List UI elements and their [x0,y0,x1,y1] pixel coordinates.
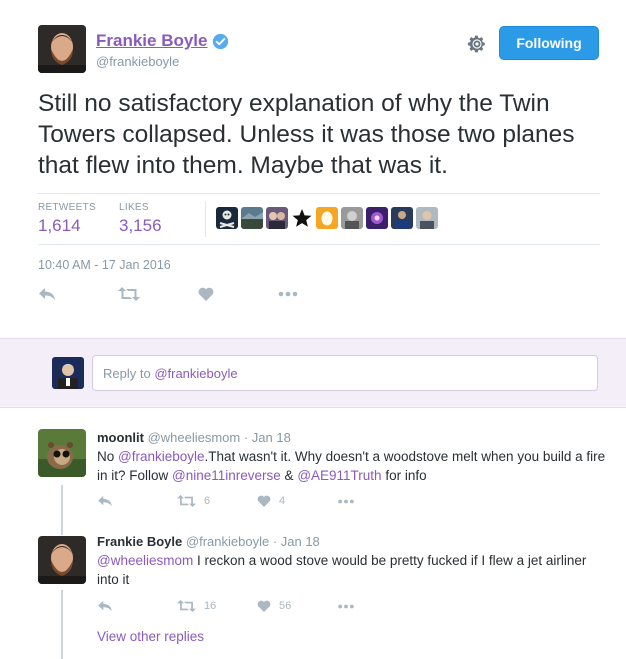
reply-icon [39,288,55,300]
tweet-actions [38,287,298,301]
retweets-stat[interactable]: RETWEETS 1,614 [38,202,96,236]
more-button[interactable] [337,604,355,609]
more-icon [278,291,298,297]
likes-label: LIKES [119,202,149,213]
mention-link[interactable]: @wheeliesmom [97,553,193,568]
liker-avatar[interactable] [366,207,388,229]
reply-actions: 16 56 [97,600,355,612]
reply-author-avatar[interactable] [38,536,86,584]
current-user-avatar [52,357,84,389]
reply-author-handle[interactable]: @frankieboyle [186,534,269,549]
reply-prefix: Reply to [103,366,155,381]
heart-icon [257,600,271,612]
reply-author-avatar[interactable] [38,429,86,477]
likes-count: 3,156 [119,216,162,235]
reply-icon [98,600,112,612]
reply-button[interactable] [97,600,177,612]
tweet-timestamp[interactable]: 10:40 AM - 17 Jan 2016 [38,258,171,272]
reply-input[interactable]: Reply to @frankieboyle [92,355,598,391]
like-button[interactable]: 4 [257,495,337,507]
following-button[interactable]: Following [499,26,599,60]
stats-divider-bottom [38,244,600,245]
liker-avatar[interactable] [241,207,263,229]
mention-link[interactable]: @AE911Truth [297,468,381,483]
author-name-row: Frankie Boyle [96,31,229,51]
liker-avatar[interactable] [391,207,413,229]
stats-vertical-divider [205,201,206,237]
mention-link[interactable]: @nine11inreverse [172,468,281,483]
reply-author-handle[interactable]: @wheeliesmom [148,430,241,445]
like-count: 56 [279,600,292,612]
like-button[interactable] [198,287,278,301]
author-display-name[interactable]: Frankie Boyle [96,31,208,51]
liker-avatar[interactable] [316,207,338,229]
reply-author-name[interactable]: moonlit [97,430,144,445]
gear-icon[interactable] [466,33,488,55]
retweet-icon [177,495,196,507]
tweet-text: Still no satisfactory explanation of why… [38,90,575,179]
likers-avatars [216,207,438,229]
reply-text-part: for info [381,468,427,483]
likes-stat[interactable]: LIKES 3,156 [119,202,162,236]
more-icon [338,499,354,503]
more-icon [338,604,354,608]
reply-text: @wheeliesmom I reckon a wood stove would… [97,551,587,589]
reply-mention: @frankieboyle [154,366,238,381]
reply-header: Frankie Boyle @frankieboyle · Jan 18 [97,534,320,549]
main-tweet: Frankie Boyle @frankieboyle Following St… [0,0,626,338]
retweet-icon [118,287,140,301]
liker-avatar[interactable] [416,207,438,229]
liker-avatar[interactable] [341,207,363,229]
reply-composer-bar: Reply to @frankieboyle [0,338,626,408]
reply-text: No @frankieboyle.That wasn't it. Why doe… [97,447,607,485]
retweet-count: 6 [204,495,211,507]
liker-avatar[interactable] [266,207,288,229]
liker-avatar[interactable] [291,207,313,229]
liker-avatar[interactable] [216,207,238,229]
like-count: 4 [279,495,286,507]
reply-text-part: No [97,449,119,464]
stats-divider-top [38,193,600,194]
reply-button[interactable] [38,287,118,301]
retweets-count: 1,614 [38,216,81,235]
retweet-button[interactable]: 6 [177,495,257,507]
mention-link[interactable]: @frankieboyle [118,449,205,464]
retweets-label: RETWEETS [38,202,96,213]
reply-date[interactable]: · Jan 18 [244,430,291,445]
reply-author-name[interactable]: Frankie Boyle [97,534,182,549]
reply-header: moonlit @wheeliesmom · Jan 18 [97,430,291,445]
retweet-button[interactable] [118,287,198,301]
verified-icon [212,33,228,49]
thread-line [61,590,63,659]
retweet-count: 16 [204,600,217,612]
thread-line [61,485,63,535]
author-handle[interactable]: @frankieboyle [96,54,179,69]
heart-icon [198,287,214,301]
retweet-icon [177,600,196,612]
author-avatar[interactable] [38,25,86,73]
more-button[interactable] [278,291,298,297]
heart-icon [257,495,271,507]
reply-actions: 6 4 [97,495,355,507]
reply-icon [98,495,112,507]
more-button[interactable] [337,499,355,504]
retweet-button[interactable]: 16 [177,600,257,612]
view-other-replies-link[interactable]: View other replies [97,629,204,644]
like-button[interactable]: 56 [257,600,337,612]
reply-text-part: & [280,468,298,483]
reply-button[interactable] [97,495,177,507]
reply-date[interactable]: · Jan 18 [273,534,320,549]
